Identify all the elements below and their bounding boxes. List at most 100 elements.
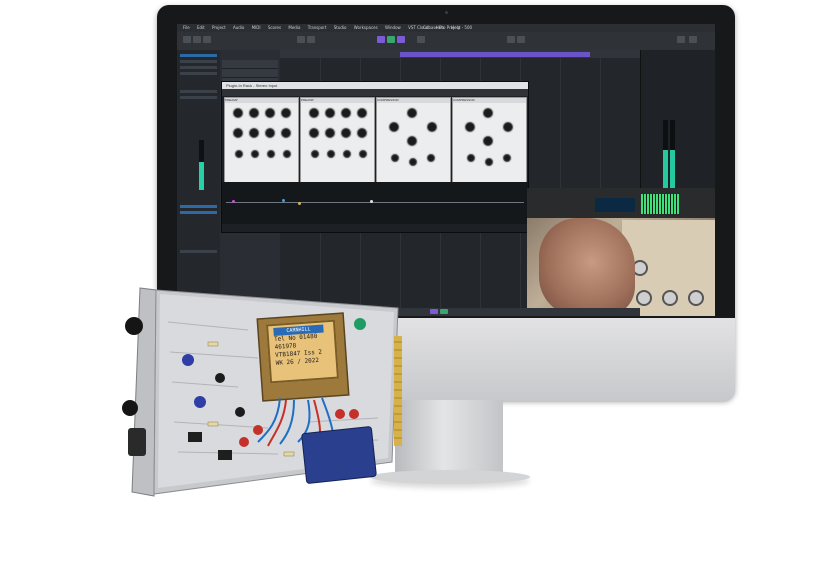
toolbar-button[interactable] — [417, 36, 425, 43]
plugin-rack-window[interactable]: Plugin-In Rack - Stereo Input PREAMP PRE… — [221, 81, 529, 233]
knob[interactable] — [327, 150, 335, 158]
knob[interactable] — [325, 108, 335, 118]
inspector-row[interactable] — [180, 72, 217, 75]
knob[interactable] — [309, 128, 319, 138]
plugin-tabs[interactable] — [222, 89, 528, 96]
knob[interactable] — [465, 122, 475, 132]
hardware-500-module — [122, 287, 402, 497]
video-overlay — [527, 188, 715, 316]
plugin-unit-compressor[interactable]: COMPRESSOR — [452, 97, 527, 183]
menu-project[interactable]: Project — [212, 25, 226, 30]
toolbar-button[interactable] — [183, 36, 191, 43]
insert-slot[interactable] — [180, 211, 217, 214]
toolbar-button[interactable] — [297, 36, 305, 43]
knob[interactable] — [503, 154, 511, 162]
eq-band-point[interactable] — [282, 199, 285, 202]
menu-window[interactable]: Window — [385, 25, 401, 30]
knob[interactable] — [427, 122, 437, 132]
toolbar-button[interactable] — [689, 36, 697, 43]
knob[interactable] — [341, 128, 351, 138]
cycle-button[interactable] — [397, 36, 405, 43]
menu-edit[interactable]: Edit — [197, 25, 205, 30]
menu-transport[interactable]: Transport — [308, 25, 327, 30]
record-mode-button[interactable] — [377, 36, 385, 43]
toolbar-button[interactable] — [193, 36, 201, 43]
eq-band-point[interactable] — [298, 202, 301, 205]
output-transformer — [301, 426, 377, 484]
inspector-header[interactable] — [180, 54, 217, 57]
knob[interactable] — [235, 150, 243, 158]
knob[interactable] — [281, 108, 291, 118]
menu-scores[interactable]: Scores — [268, 25, 281, 30]
plugin-unit-preamp[interactable]: PREAMP — [224, 97, 299, 183]
eq-band-point[interactable] — [232, 200, 235, 203]
knob[interactable] — [251, 150, 259, 158]
knob[interactable] — [311, 150, 319, 158]
knob[interactable] — [409, 158, 417, 166]
knob[interactable] — [483, 108, 493, 118]
cycle-range[interactable] — [400, 52, 590, 57]
transformer-label: CARNHILL Tel No 01480 461978 VTB1847 Iss… — [266, 319, 339, 384]
knob[interactable] — [325, 128, 335, 138]
interface-meters — [641, 194, 679, 214]
knob[interactable] — [341, 108, 351, 118]
knob[interactable] — [249, 128, 259, 138]
knob[interactable] — [483, 136, 493, 146]
knob[interactable] — [407, 136, 417, 146]
knob[interactable] — [249, 108, 259, 118]
transport-button[interactable] — [440, 309, 448, 314]
inspector-row[interactable] — [180, 250, 217, 253]
eq-band-point[interactable] — [370, 200, 373, 203]
knob[interactable] — [389, 122, 399, 132]
timeline-ruler[interactable] — [280, 50, 640, 58]
menu-media[interactable]: Media — [288, 25, 300, 30]
knob[interactable] — [503, 122, 513, 132]
toolbar-button[interactable] — [203, 36, 211, 43]
interface-display — [595, 198, 635, 212]
menu-audio[interactable]: Audio — [233, 25, 244, 30]
toolbar-button[interactable] — [677, 36, 685, 43]
track-row[interactable] — [222, 69, 278, 78]
eq-curve — [226, 202, 524, 203]
inspector-row[interactable] — [180, 66, 217, 69]
toolbar-button[interactable] — [517, 36, 525, 43]
knob[interactable] — [357, 108, 367, 118]
plugin-unit-compressor[interactable]: COMPRESSOR — [376, 97, 451, 183]
knob[interactable] — [281, 128, 291, 138]
menu-workspaces[interactable]: Workspaces — [354, 25, 378, 30]
plugin-window-titlebar[interactable]: Plugin-In Rack - Stereo Input — [222, 82, 528, 89]
knob[interactable] — [309, 108, 319, 118]
knob[interactable] — [427, 154, 435, 162]
plugin-window-title: Plugin-In Rack - Stereo Input — [226, 83, 278, 88]
knob[interactable] — [233, 108, 243, 118]
knob[interactable] — [343, 150, 351, 158]
plugin-unit-preamp[interactable]: PREAMP — [300, 97, 375, 183]
knob[interactable] — [233, 128, 243, 138]
transport-button[interactable] — [430, 309, 438, 314]
knob[interactable] — [357, 128, 367, 138]
insert-slot[interactable] — [180, 205, 217, 208]
play-button[interactable] — [387, 36, 395, 43]
inspector-row[interactable] — [180, 60, 217, 63]
track-row[interactable] — [222, 60, 278, 69]
knob[interactable] — [407, 108, 417, 118]
knob[interactable] — [359, 150, 367, 158]
knob[interactable] — [283, 150, 291, 158]
knob[interactable] — [267, 150, 275, 158]
knob[interactable] — [467, 154, 475, 162]
eq-curve-display[interactable] — [222, 182, 528, 224]
inspector-panel — [177, 50, 221, 316]
knob[interactable] — [391, 154, 399, 162]
knob[interactable] — [485, 158, 493, 166]
menu-midi[interactable]: MIDI — [252, 25, 261, 30]
inspector-row[interactable] — [180, 90, 217, 93]
menu-file[interactable]: File — [183, 25, 190, 30]
knob[interactable] — [265, 128, 275, 138]
toolbar-button[interactable] — [307, 36, 315, 43]
hand-image — [539, 218, 635, 316]
menu-studio[interactable]: Studio — [334, 25, 347, 30]
toolbar-button[interactable] — [507, 36, 515, 43]
inspector-row[interactable] — [180, 96, 217, 99]
knob[interactable] — [265, 108, 275, 118]
module-knob — [122, 400, 138, 416]
